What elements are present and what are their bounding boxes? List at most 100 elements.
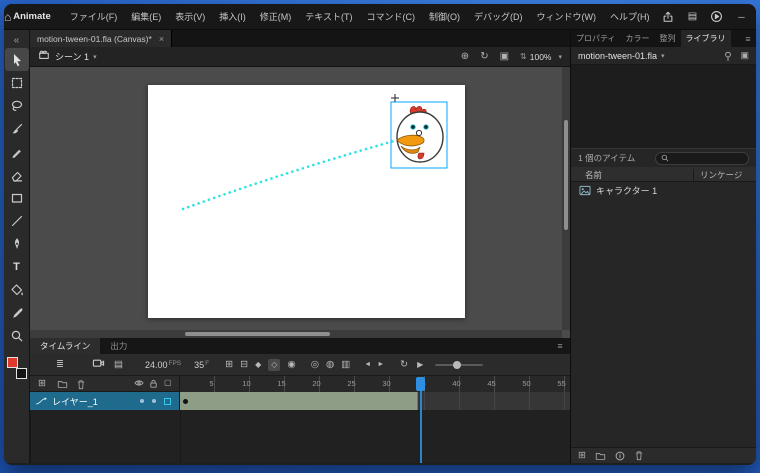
- horizontal-scroll-thumb[interactable]: [185, 332, 330, 336]
- playhead[interactable]: [416, 377, 425, 391]
- layer-depth-icon[interactable]: ▤: [114, 360, 123, 370]
- lasso-tool[interactable]: [5, 94, 29, 117]
- menu-help[interactable]: ヘルプ(H): [603, 4, 657, 29]
- show-hide-all-layers-icon[interactable]: [134, 379, 144, 390]
- delete-item-icon[interactable]: [634, 450, 644, 461]
- fill-color-swatch[interactable]: [15, 368, 27, 379]
- tab-library[interactable]: ライブラリ: [680, 30, 731, 47]
- zoom-caret-icon[interactable]: ▾: [558, 53, 562, 61]
- menu-modify[interactable]: 修正(M): [253, 4, 299, 29]
- fluid-brush-tool[interactable]: [5, 117, 29, 140]
- loop-playback-icon[interactable]: ↻: [400, 360, 408, 370]
- play-circle-icon[interactable]: [704, 4, 728, 30]
- canvas-pasteboard[interactable]: [30, 67, 570, 338]
- frame-ruler[interactable]: 5 10 15 20 25 30 35 40 45 50 55: [179, 376, 570, 392]
- timeline-empty-area[interactable]: [30, 410, 570, 463]
- timeline-zoom-slider[interactable]: [435, 360, 484, 369]
- library-document-name[interactable]: motion-tween-01.fla: [578, 51, 657, 61]
- layer-row[interactable]: レイヤー_1: [30, 392, 570, 410]
- column-linkage[interactable]: リンケージ: [693, 169, 742, 181]
- auto-keyframe-icon[interactable]: ◉: [287, 360, 295, 370]
- menu-file[interactable]: ファイル(F): [63, 4, 125, 29]
- zoom-control[interactable]: ⇅ 100% ▾: [520, 52, 562, 62]
- menu-debug[interactable]: デバッグ(D): [467, 4, 530, 29]
- menu-edit[interactable]: 編集(E): [124, 4, 168, 29]
- menu-text[interactable]: テキスト(T): [298, 4, 359, 29]
- workspace-icon[interactable]: ▤: [680, 4, 704, 30]
- tab-output[interactable]: 出力: [100, 338, 137, 354]
- motion-path[interactable]: [181, 139, 396, 211]
- new-symbol-icon[interactable]: ⊞: [578, 451, 586, 461]
- lock-all-layers-icon[interactable]: [149, 379, 158, 392]
- insert-frame-icon[interactable]: ⊞: [225, 360, 233, 370]
- vertical-scrollbar[interactable]: [562, 67, 570, 330]
- play-button[interactable]: ▶: [417, 360, 423, 369]
- tab-timeline[interactable]: タイムライン: [30, 338, 101, 354]
- motion-tween-span[interactable]: [180, 392, 418, 410]
- clip-content-icon[interactable]: ▣: [500, 51, 509, 62]
- vertical-scroll-thumb[interactable]: [564, 120, 568, 230]
- current-frame-display[interactable]: 35F: [194, 360, 209, 370]
- stroke-color-swatch[interactable]: [6, 357, 18, 368]
- classic-brush-tool[interactable]: [5, 140, 29, 163]
- free-transform-tool[interactable]: [5, 71, 29, 94]
- layer-name[interactable]: レイヤー_1: [52, 395, 98, 408]
- layer-outline-color[interactable]: [164, 397, 171, 405]
- tab-color[interactable]: カラー: [621, 30, 655, 47]
- library-item[interactable]: キャラクター 1: [571, 182, 756, 199]
- zoom-stepper-icon[interactable]: ⇅: [520, 52, 527, 61]
- next-keyframe-icon[interactable]: ►: [377, 361, 384, 368]
- center-point-icon[interactable]: [415, 129, 423, 137]
- eraser-tool[interactable]: [5, 163, 29, 186]
- stage[interactable]: [148, 85, 465, 318]
- text-tool[interactable]: T: [5, 255, 29, 278]
- transform-point-icon[interactable]: [391, 94, 399, 102]
- library-new-folder-icon[interactable]: [595, 451, 606, 461]
- prev-keyframe-icon[interactable]: ◄: [364, 361, 371, 368]
- zoom-value[interactable]: 100%: [530, 52, 552, 62]
- collapse-tools-button[interactable]: «: [5, 32, 29, 48]
- maximize-button[interactable]: ▢: [754, 4, 756, 30]
- timeline-panel-menu-icon[interactable]: ≡: [550, 338, 570, 354]
- zoom-tool[interactable]: [5, 324, 29, 347]
- menu-control[interactable]: 制御(O): [422, 4, 467, 29]
- pen-tool[interactable]: [5, 232, 29, 255]
- eyedropper-tool[interactable]: [5, 301, 29, 324]
- timeline-zoom-knob[interactable]: [453, 360, 462, 369]
- fps-display[interactable]: 24.00FPS: [145, 360, 181, 370]
- rectangle-tool[interactable]: [5, 186, 29, 209]
- tab-close-icon[interactable]: ×: [159, 34, 164, 44]
- panel-menu-icon[interactable]: ≡: [740, 30, 756, 47]
- library-document-caret-icon[interactable]: ▾: [661, 52, 665, 60]
- home-icon[interactable]: ⌂: [4, 4, 11, 29]
- layer-parenting-icon[interactable]: ≣: [56, 360, 64, 370]
- horizontal-scrollbar[interactable]: [30, 330, 562, 338]
- layer-lock-toggle[interactable]: [152, 399, 156, 403]
- insert-keyframe-icon[interactable]: ◆: [255, 360, 261, 369]
- menu-commands[interactable]: コマンド(C): [359, 4, 422, 29]
- onion-skin-outline-icon[interactable]: ◍: [326, 360, 334, 370]
- tab-align[interactable]: 整列: [655, 30, 681, 47]
- tab-properties[interactable]: プロパティ: [571, 30, 621, 47]
- pin-document-icon[interactable]: [723, 51, 733, 61]
- scene-caret-icon[interactable]: ▾: [93, 53, 97, 61]
- rotate-stage-icon[interactable]: ↻: [480, 51, 488, 62]
- library-search-input[interactable]: [673, 153, 743, 163]
- outline-all-layers-icon[interactable]: ▢: [164, 379, 172, 387]
- line-tool[interactable]: [5, 209, 29, 232]
- library-search[interactable]: [655, 151, 749, 165]
- menu-view[interactable]: 表示(V): [168, 4, 212, 29]
- onion-skin-icon[interactable]: ◎: [311, 360, 319, 370]
- delete-layer-icon[interactable]: [76, 379, 86, 393]
- column-name[interactable]: 名前: [585, 169, 602, 181]
- paint-bucket-tool[interactable]: [5, 278, 29, 301]
- edit-multiple-frames-icon[interactable]: ▥: [341, 360, 350, 370]
- insert-blank-keyframe-icon[interactable]: ◇: [268, 358, 281, 371]
- menu-insert[interactable]: 挿入(I): [212, 4, 253, 29]
- selection-tool[interactable]: [4, 48, 29, 71]
- share-icon[interactable]: [656, 4, 680, 30]
- layer-visibility-toggle[interactable]: [140, 399, 144, 403]
- keyframe-dot[interactable]: [183, 399, 188, 404]
- menu-window[interactable]: ウィンドウ(W): [529, 4, 603, 29]
- layer-frames[interactable]: [179, 392, 570, 410]
